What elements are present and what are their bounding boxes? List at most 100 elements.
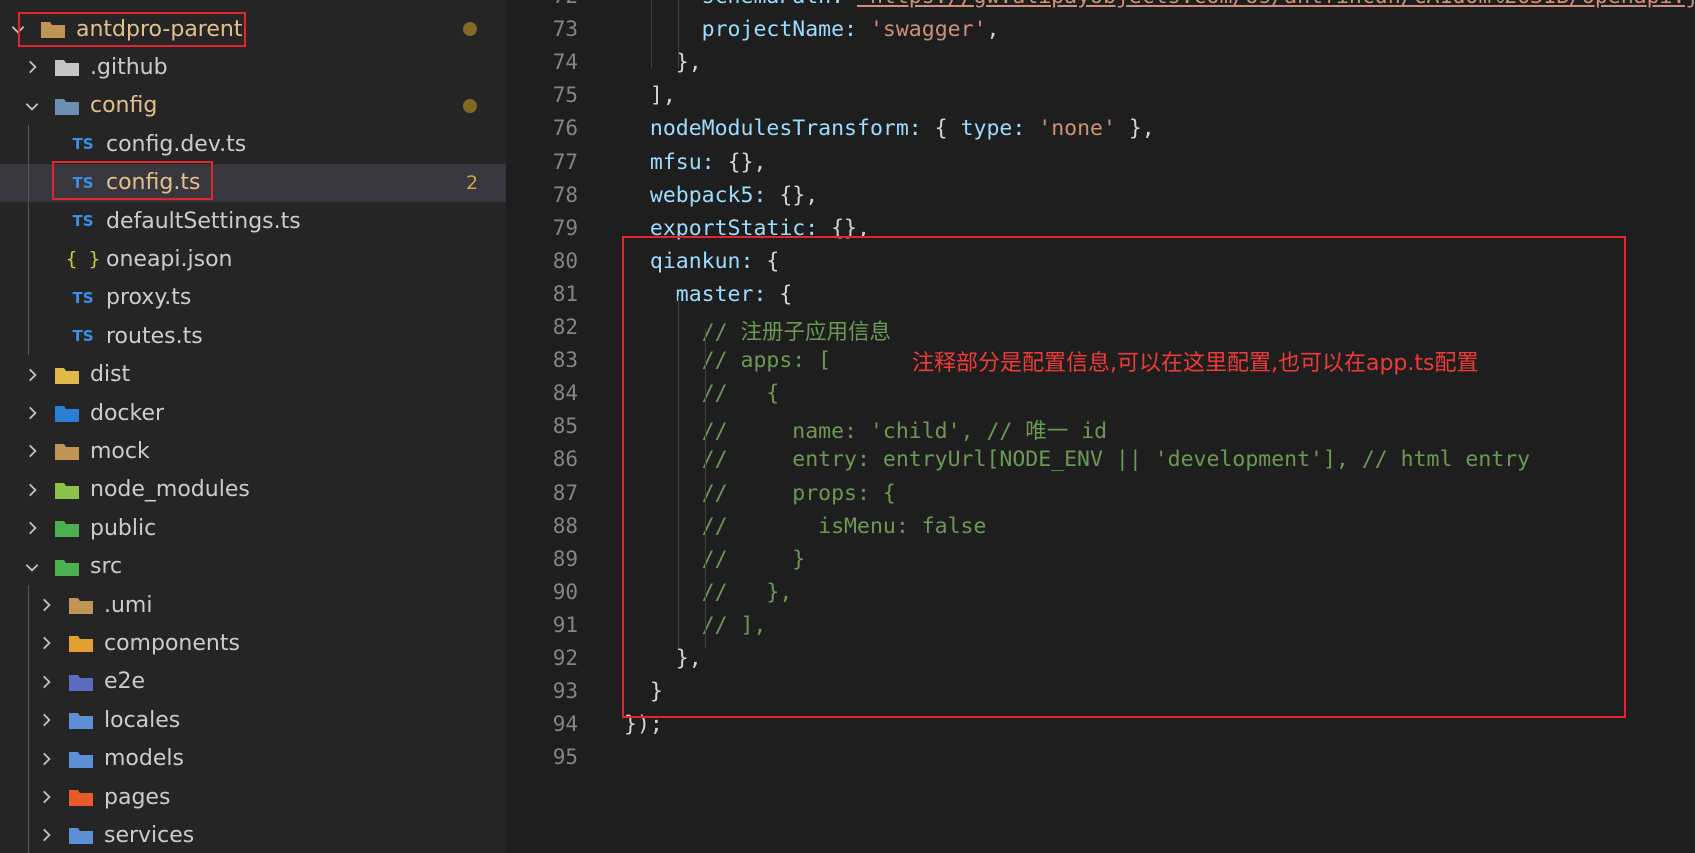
tree-item-label: proxy.ts [106,285,192,311]
tree-item-label: models [104,746,184,772]
models-folder-icon [68,748,94,770]
chevron-right-icon[interactable] [22,480,42,500]
node-folder-icon [54,479,80,501]
tree-item-routes-ts[interactable]: TS routes.ts [0,317,506,355]
code-line[interactable]: }, [624,50,702,75]
tree-item-label: pages [104,784,171,810]
line-number: 95 [552,745,578,770]
tree-item-label: config.dev.ts [106,131,247,157]
indent-guide [28,585,29,853]
typescript-file-icon: TS [70,133,96,155]
code-token: {}, [766,182,819,208]
code-line[interactable]: webpack5: {}, [624,183,818,208]
code-token: webpack5: [649,182,767,208]
tree-item-label: docker [90,400,165,426]
src-folder-icon [54,556,80,578]
code-editor[interactable]: 72 73 74 75 76 77 78 79 80 81 82 83 84 85 86 87 88 89 90 91… [506,0,1695,853]
services-folder-icon [68,824,94,846]
tree-item-config-dev-ts[interactable]: TS config.dev.ts [0,125,506,163]
tree-item-config[interactable]: config [0,87,506,125]
chevron-down-icon[interactable] [22,96,42,116]
highlight-box-config-file [52,161,213,200]
tree-item-docker[interactable]: docker [0,394,506,432]
line-number: 73 [552,17,578,42]
tree-item-label: public [90,515,157,541]
tree-item-github[interactable]: .github [0,48,506,86]
code-token: , [986,17,1000,43]
e2e-folder-icon [68,671,94,693]
json-file-icon: { } [66,248,100,270]
chevron-right-icon[interactable] [36,710,56,730]
tree-item-label: .github [90,54,168,80]
folder-icon [68,594,94,616]
chevron-right-icon[interactable] [36,825,56,845]
github-folder-icon [54,56,80,78]
tree-item-src[interactable]: src [0,548,506,586]
code-token: mfsu: [649,149,715,175]
line-number: 76 [552,116,578,141]
chevron-right-icon[interactable] [36,672,56,692]
tree-item-label: node_modules [90,477,250,503]
tree-item-dist[interactable]: dist [0,356,506,394]
code-token: }, [624,50,702,76]
tree-item-proxy-ts[interactable]: TS proxy.ts [0,279,506,317]
line-number: 75 [552,83,578,108]
problem-count-badge: 2 [466,171,479,194]
tree-item-services[interactable]: services [0,816,506,853]
code-token: 'swagger' [869,17,987,43]
indent-guide [651,0,652,68]
code-line[interactable]: ], [624,83,676,108]
tree-item-locales[interactable]: locales [0,701,506,739]
tree-item-label: oneapi.json [106,246,233,272]
code-token: 'https://gw.alipayobjects.com/os/antfinc… [857,0,1695,9]
code-token: nodeModulesTransform: [649,116,922,142]
line-number: 82 [552,315,578,339]
chevron-right-icon[interactable] [36,787,56,807]
tree-item-pages[interactable]: pages [0,778,506,816]
line-number: 83 [552,348,578,373]
chevron-right-icon[interactable] [36,633,56,653]
code-line[interactable]: mfsu: {}, [624,149,767,175]
line-number: 79 [552,215,578,240]
chevron-down-icon[interactable] [22,557,42,577]
tree-item-models[interactable]: models [0,740,506,778]
code-line[interactable]: nodeModulesTransform: { type: 'none' }, [624,116,1155,141]
modified-dot-icon [463,22,477,36]
code-token: ], [624,83,676,109]
dist-folder-icon [54,364,80,386]
chevron-right-icon[interactable] [36,749,56,769]
chevron-right-icon[interactable] [22,57,42,77]
modified-dot-icon [463,98,477,113]
code-line[interactable]: projectName: 'swagger', [624,17,1000,43]
tree-item-oneapi-json[interactable]: { } oneapi.json [0,240,506,278]
tree-item-components[interactable]: components [0,624,506,662]
annotation-note: 注释部分是配置信息,可以在这里配置,也可以在app.ts配置 [912,351,1479,376]
line-number: 81 [552,281,578,306]
tree-item-public[interactable]: public [0,509,506,547]
line-number: 93 [552,679,578,704]
highlight-box-root-folder [18,12,246,47]
chevron-right-icon[interactable] [22,403,42,423]
chevron-right-icon[interactable] [36,595,56,615]
config-folder-icon [54,95,80,117]
tree-item-defaultsettings-ts[interactable]: TS defaultSettings.ts [0,202,506,240]
tree-item-umi[interactable]: .umi [0,586,506,624]
tree-item-node-modules[interactable]: node_modules [0,471,506,509]
locales-folder-icon [68,709,94,731]
typescript-file-icon: TS [70,210,96,232]
pages-folder-icon [68,786,94,808]
tree-item-label: locales [104,707,181,733]
tree-item-label: e2e [104,669,146,695]
ts-badge: TS [72,327,94,346]
chevron-right-icon[interactable] [22,365,42,385]
tree-item-e2e[interactable]: e2e [0,663,506,701]
chevron-right-icon[interactable] [22,441,42,461]
tree-item-mock[interactable]: mock [0,432,506,470]
code-line[interactable]: schemaPath: 'https://gw.alipayobjects.co… [624,0,1695,9]
chevron-right-icon[interactable] [22,518,42,538]
